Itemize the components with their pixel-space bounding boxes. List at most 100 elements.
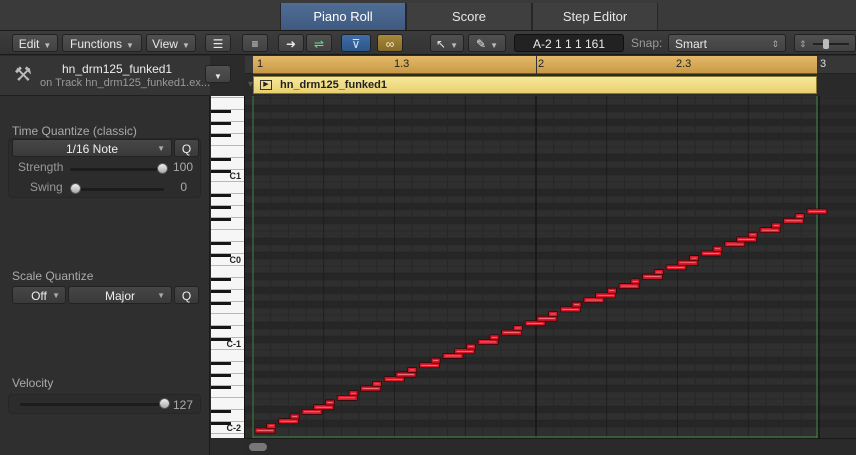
caret-down-icon: ▼ xyxy=(450,41,458,50)
scale-quantize-title: Scale Quantize xyxy=(12,269,94,283)
midi-in-icon: ➜ xyxy=(285,37,297,51)
left-click-tool-menu[interactable]: ↖ ▼ xyxy=(430,34,464,52)
strength-label: Strength xyxy=(18,160,64,174)
tab-step-editor[interactable]: Step Editor xyxy=(532,3,658,30)
midi-out-button[interactable]: ⇌ xyxy=(306,34,332,52)
swing-value: 0 xyxy=(180,180,187,194)
scale-root-select[interactable]: Off ▼ xyxy=(12,286,66,304)
black-key-lane xyxy=(245,189,856,196)
scrollbar-thumb[interactable] xyxy=(249,443,267,451)
updown-icon: ⇕ xyxy=(771,39,779,49)
black-key-lane xyxy=(245,105,856,112)
local-inspector: ⚒ hn_drm125_funked1 on Track hn_drm125_f… xyxy=(0,56,231,455)
note-grid-canvas[interactable] xyxy=(245,96,856,438)
black-key-lane xyxy=(245,420,856,427)
time-quantize-value: 1/16 Note xyxy=(65,142,119,156)
white-key[interactable] xyxy=(211,266,244,278)
white-key[interactable] xyxy=(211,230,244,242)
region-header: ⚒ hn_drm125_funked1 on Track hn_drm125_f… xyxy=(0,56,231,96)
octave-label: C0 xyxy=(229,255,241,265)
zoom-slider-track xyxy=(813,43,849,45)
ruler-label-2-3: 2.3 xyxy=(676,58,692,70)
black-key-lane xyxy=(245,203,856,210)
white-key[interactable] xyxy=(211,314,244,326)
caret-down-icon: ▼ xyxy=(43,41,52,50)
black-key-lane xyxy=(245,406,856,413)
velocity-slider-track[interactable] xyxy=(20,403,166,406)
white-key[interactable] xyxy=(211,146,244,158)
scale-quantize-q-button[interactable]: Q xyxy=(174,286,199,304)
command-click-tool-menu[interactable]: ✎ ▼ xyxy=(468,34,506,52)
list-icon: ☰ xyxy=(212,37,224,51)
caret-down-icon: ▼ xyxy=(157,291,165,300)
ruler-bar-line xyxy=(817,56,818,74)
scale-root-value: Off xyxy=(31,289,47,303)
catch-icon: ⊽ xyxy=(351,37,361,51)
time-quantize-select[interactable]: 1/16 Note ▼ xyxy=(12,139,172,157)
caret-down-icon: ▼ xyxy=(52,291,60,300)
swing-label: Swing xyxy=(30,180,63,194)
region-bar-name: hn_drm125_funked1 xyxy=(280,79,387,91)
note-grid[interactable] xyxy=(245,96,856,438)
play-region-icon: ▶ xyxy=(260,80,272,90)
time-quantize-q-button[interactable]: Q xyxy=(174,139,199,157)
velocity-title: Velocity xyxy=(12,376,54,390)
midi-out-icon: ⇌ xyxy=(313,37,325,51)
snap-select[interactable]: Smart ⇕ xyxy=(668,34,786,52)
link-button[interactable]: ∞ xyxy=(377,34,403,52)
ruler-bar-line xyxy=(536,56,537,74)
black-key-lane xyxy=(245,119,856,126)
region-header-bar[interactable]: ▶ hn_drm125_funked1 xyxy=(253,76,817,94)
strength-slider-track[interactable] xyxy=(70,168,164,171)
black-key-lane xyxy=(245,301,856,308)
ruler-label-1-3: 1.3 xyxy=(394,58,410,70)
white-key[interactable] xyxy=(211,96,244,98)
ruler-label-3: 3 xyxy=(820,58,827,70)
black-key-lane xyxy=(245,154,856,161)
editor-tab-bar: Piano Roll Score Step Editor xyxy=(0,0,856,31)
local-inspector-button[interactable]: ☰ xyxy=(205,34,231,52)
position-display: A-2 1 1 1 161 xyxy=(514,34,624,52)
piano-roll-toolbar: Edit ▼ Functions ▼ View ▼ ☰ ≡ ➜ ⇌ ⊽ ∞ ↖ ▼ ✎ ▼… xyxy=(0,31,856,55)
white-key[interactable] xyxy=(211,182,244,194)
automation-button[interactable]: ≡ xyxy=(242,34,268,52)
caret-down-icon: ▼ xyxy=(157,144,165,153)
region-tools-icon: ⚒ xyxy=(14,64,32,86)
link-icon: ∞ xyxy=(385,37,395,51)
caret-down-icon: ▼ xyxy=(181,41,190,50)
region-menu-button[interactable]: ▼ xyxy=(205,65,231,83)
zoom-control[interactable]: ⇕ xyxy=(794,34,856,52)
midi-in-button[interactable]: ➜ xyxy=(278,34,304,52)
catch-playhead-button[interactable]: ⊽ xyxy=(341,34,371,52)
time-quantize-title: Time Quantize (classic) xyxy=(12,124,137,138)
black-key-lane xyxy=(245,252,856,259)
lines-icon: ≡ xyxy=(251,37,259,51)
piano-keyboard[interactable]: C-2 C-1 C0 C1 xyxy=(211,96,245,438)
edit-menu-button[interactable]: Edit ▼ xyxy=(12,34,58,52)
ruler-label-1: 1 xyxy=(257,58,264,70)
snap-label: Snap: xyxy=(631,36,663,50)
black-key-lane xyxy=(245,371,856,378)
view-menu-label: View xyxy=(152,37,178,51)
playhead-icon[interactable]: ▾ xyxy=(248,78,256,92)
pointer-tool-icon: ↖ xyxy=(436,37,447,51)
zoom-slider-knob[interactable] xyxy=(823,39,829,49)
view-menu-button[interactable]: View ▼ xyxy=(146,34,196,52)
white-key[interactable] xyxy=(211,350,244,362)
pencil-tool-icon: ✎ xyxy=(476,37,487,51)
white-key[interactable] xyxy=(211,398,244,410)
caret-down-icon: ▼ xyxy=(126,41,134,50)
swing-slider-knob[interactable] xyxy=(70,183,81,194)
white-key[interactable] xyxy=(211,98,244,110)
swing-slider-track[interactable] xyxy=(70,188,164,191)
black-key-lane xyxy=(245,273,856,280)
tab-score[interactable]: Score xyxy=(406,3,532,30)
horizontal-scrollbar[interactable] xyxy=(245,438,856,455)
tab-piano-roll[interactable]: Piano Roll xyxy=(280,3,406,30)
octave-label: C1 xyxy=(229,171,241,181)
velocity-value: 127 xyxy=(172,398,193,412)
scale-type-select[interactable]: Major ▼ xyxy=(68,286,172,304)
functions-menu-button[interactable]: Functions ▼ xyxy=(62,34,142,52)
functions-menu-label: Functions xyxy=(70,37,123,51)
cycle-region[interactable] xyxy=(253,56,817,74)
